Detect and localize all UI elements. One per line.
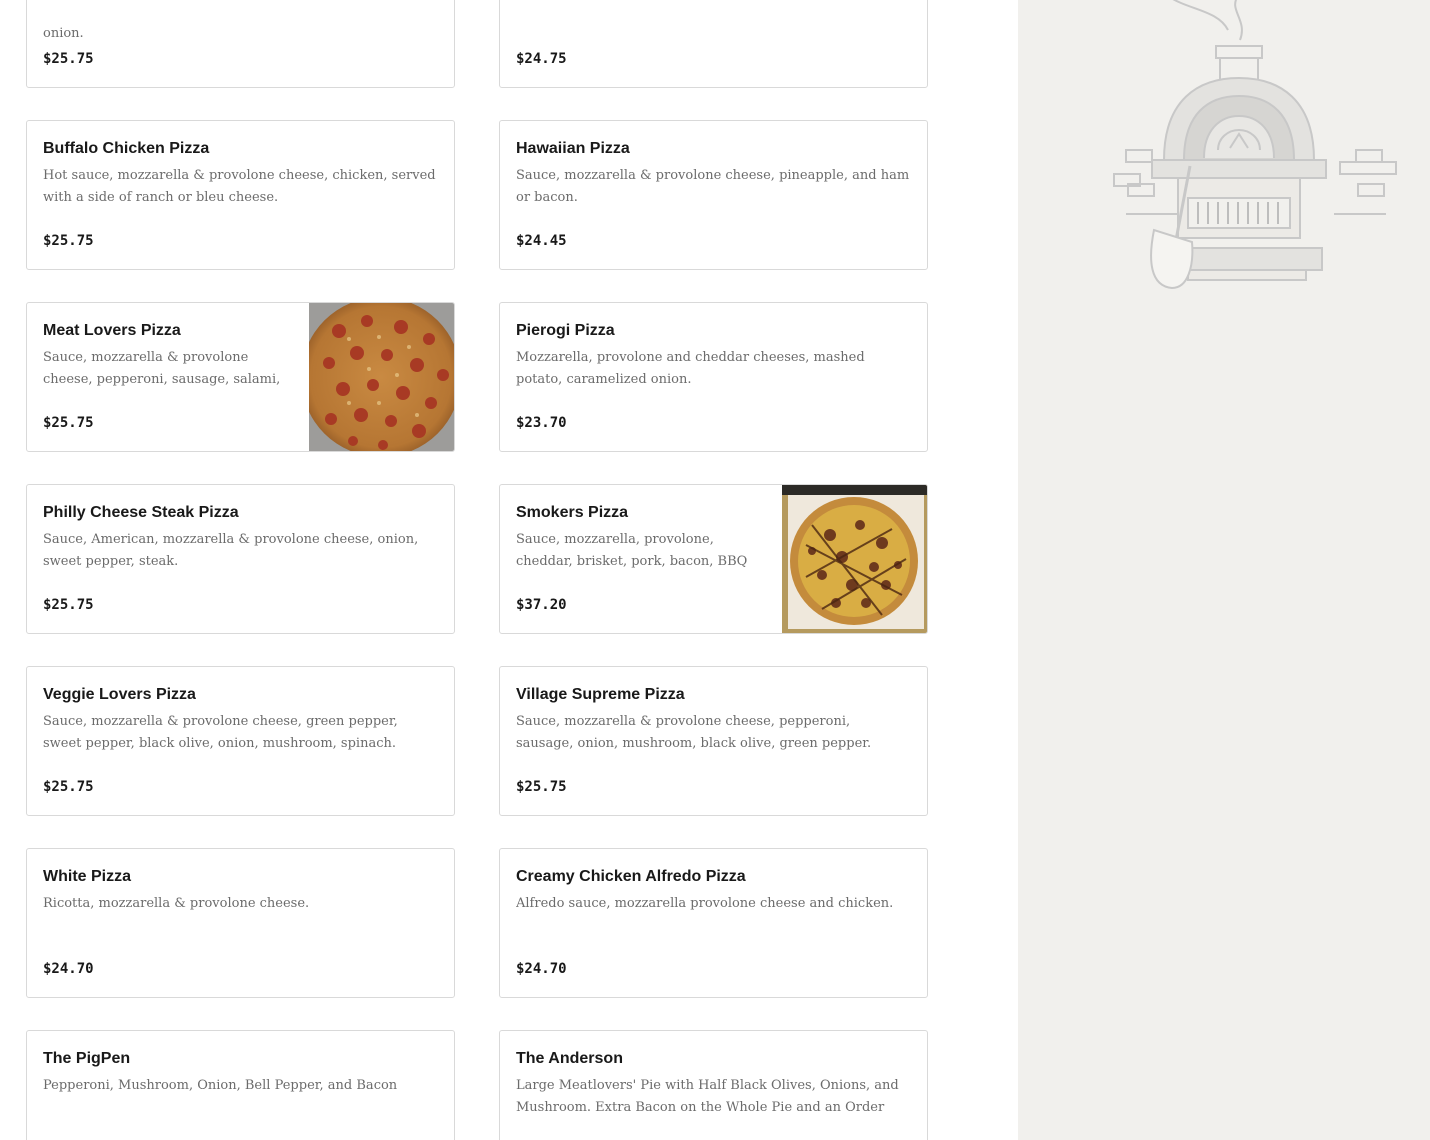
menu-item-card[interactable]: Smokers Pizza Sauce, mozzarella, provolo…	[499, 484, 928, 634]
menu-item-price: $37.20	[516, 597, 567, 613]
menu-item-price: $23.70	[516, 415, 567, 431]
menu-item-price: $24.75	[516, 51, 567, 67]
menu-item-text: Hawaiian Pizza Sauce, mozzarella & provo…	[516, 139, 911, 209]
menu-item-price: $24.70	[516, 961, 567, 977]
menu-item-description: Alfredo sauce, mozzarella provolone chee…	[516, 896, 894, 911]
menu-item-description: Sauce, mozzarella & provolone cheese, pe…	[516, 714, 872, 751]
menu-item-description: Sauce, mozzarella & provolone cheese, pe…	[43, 350, 281, 387]
menu-item-description: Sauce, American, mozzarella & provolone …	[43, 532, 419, 569]
menu-item-price: $25.75	[43, 51, 94, 67]
menu-item-text: Village Supreme Pizza Sauce, mozzarella …	[516, 685, 911, 755]
menu-item-name: Smokers Pizza	[516, 504, 629, 521]
menu-item-name: Hawaiian Pizza	[516, 140, 630, 157]
menu-item-card[interactable]: Philly Cheese Steak Pizza Sauce, America…	[26, 484, 455, 634]
menu-item-description: Mozzarella, provolone and cheddar cheese…	[516, 350, 865, 387]
menu-item-card[interactable]: Buffalo Chicken Pizza Hot sauce, mozzare…	[26, 120, 455, 270]
menu-item-card[interactable]: $24.75	[499, 0, 928, 88]
menu-item-name: Creamy Chicken Alfredo Pizza	[516, 868, 746, 885]
menu-item-price: $25.75	[43, 779, 94, 795]
menu-item-text: Smokers Pizza Sauce, mozzarella, provolo…	[516, 503, 767, 573]
menu-item-card[interactable]: Meat Lovers Pizza Sauce, mozzarella & pr…	[26, 302, 455, 452]
menu-item-card[interactable]: Hawaiian Pizza Sauce, mozzarella & provo…	[499, 120, 928, 270]
menu-item-name: White Pizza	[43, 868, 132, 885]
menu-item-price: $24.45	[516, 233, 567, 249]
menu-item-card[interactable]: Creamy Chicken Alfredo Pizza Alfredo sau…	[499, 848, 928, 998]
menu-item-text: onion.	[43, 0, 438, 45]
bbq-pizza-in-box-photo	[782, 485, 927, 633]
menu-item-price: $25.75	[516, 779, 567, 795]
menu-item-price: $25.75	[43, 415, 94, 431]
menu-item-name: Veggie Lovers Pizza	[43, 686, 196, 703]
menu-item-name: Pierogi Pizza	[516, 322, 615, 339]
menu-item-description: Sauce, mozzarella & provolone cheese, pi…	[516, 168, 910, 205]
menu-item-text: The Anderson Large Meatlovers' Pie with …	[516, 1049, 911, 1119]
pepperoni-pizza-photo	[309, 303, 454, 451]
menu-item-text	[516, 0, 911, 27]
menu-item-text: Veggie Lovers Pizza Sauce, mozzarella & …	[43, 685, 438, 755]
menu-item-name: Buffalo Chicken Pizza	[43, 140, 210, 157]
menu-item-card[interactable]: White Pizza Ricotta, mozzarella & provol…	[26, 848, 455, 998]
menu-item-description: Large Meatlovers' Pie with Half Black Ol…	[516, 1078, 899, 1115]
menu-item-description	[516, 0, 911, 27]
menu-item-price: $25.75	[43, 597, 94, 613]
pizza-oven-illustration	[1113, 0, 1397, 290]
menu-item-description: Ricotta, mozzarella & provolone cheese.	[43, 896, 310, 911]
menu-item-name: Philly Cheese Steak Pizza	[43, 504, 239, 521]
menu-item-description: Pepperoni, Mushroom, Onion, Bell Pepper,…	[43, 1078, 398, 1093]
menu-item-card[interactable]: Veggie Lovers Pizza Sauce, mozzarella & …	[26, 666, 455, 816]
menu-item-text: Meat Lovers Pizza Sauce, mozzarella & pr…	[43, 321, 294, 391]
menu-item-card[interactable]: onion. $25.75	[26, 0, 455, 88]
menu-item-name: Meat Lovers Pizza	[43, 322, 181, 339]
menu-item-price: $25.75	[43, 233, 94, 249]
menu-item-card[interactable]: The Anderson Large Meatlovers' Pie with …	[499, 1030, 928, 1140]
menu-item-card[interactable]: Pierogi Pizza Mozzarella, provolone and …	[499, 302, 928, 452]
menu-item-description: onion.	[43, 26, 84, 41]
menu-item-text: White Pizza Ricotta, mozzarella & provol…	[43, 867, 438, 937]
menu-item-text: The PigPen Pepperoni, Mushroom, Onion, B…	[43, 1049, 438, 1119]
menu-item-description: Sauce, mozzarella, provolone, cheddar, b…	[516, 532, 748, 569]
menu-item-name: The Anderson	[516, 1050, 623, 1067]
menu-item-price: $24.70	[43, 961, 94, 977]
menu-item-text: Philly Cheese Steak Pizza Sauce, America…	[43, 503, 438, 573]
menu-item-text: Pierogi Pizza Mozzarella, provolone and …	[516, 321, 911, 391]
menu-item-name: Village Supreme Pizza	[516, 686, 685, 703]
menu-item-card[interactable]: Village Supreme Pizza Sauce, mozzarella …	[499, 666, 928, 816]
side-panel	[1018, 0, 1430, 1140]
menu-item-text: Creamy Chicken Alfredo Pizza Alfredo sau…	[516, 867, 911, 937]
menu-item-list: onion. $25.75 $24.75 Buffalo Chicken Piz…	[0, 0, 1018, 1140]
menu-item-name: The PigPen	[43, 1050, 131, 1067]
menu-item-card[interactable]: The PigPen Pepperoni, Mushroom, Onion, B…	[26, 1030, 455, 1140]
menu-item-description: Sauce, mozzarella & provolone cheese, gr…	[43, 714, 398, 751]
menu-item-text: Buffalo Chicken Pizza Hot sauce, mozzare…	[43, 139, 438, 209]
menu-item-description: Hot sauce, mozzarella & provolone cheese…	[43, 168, 436, 205]
